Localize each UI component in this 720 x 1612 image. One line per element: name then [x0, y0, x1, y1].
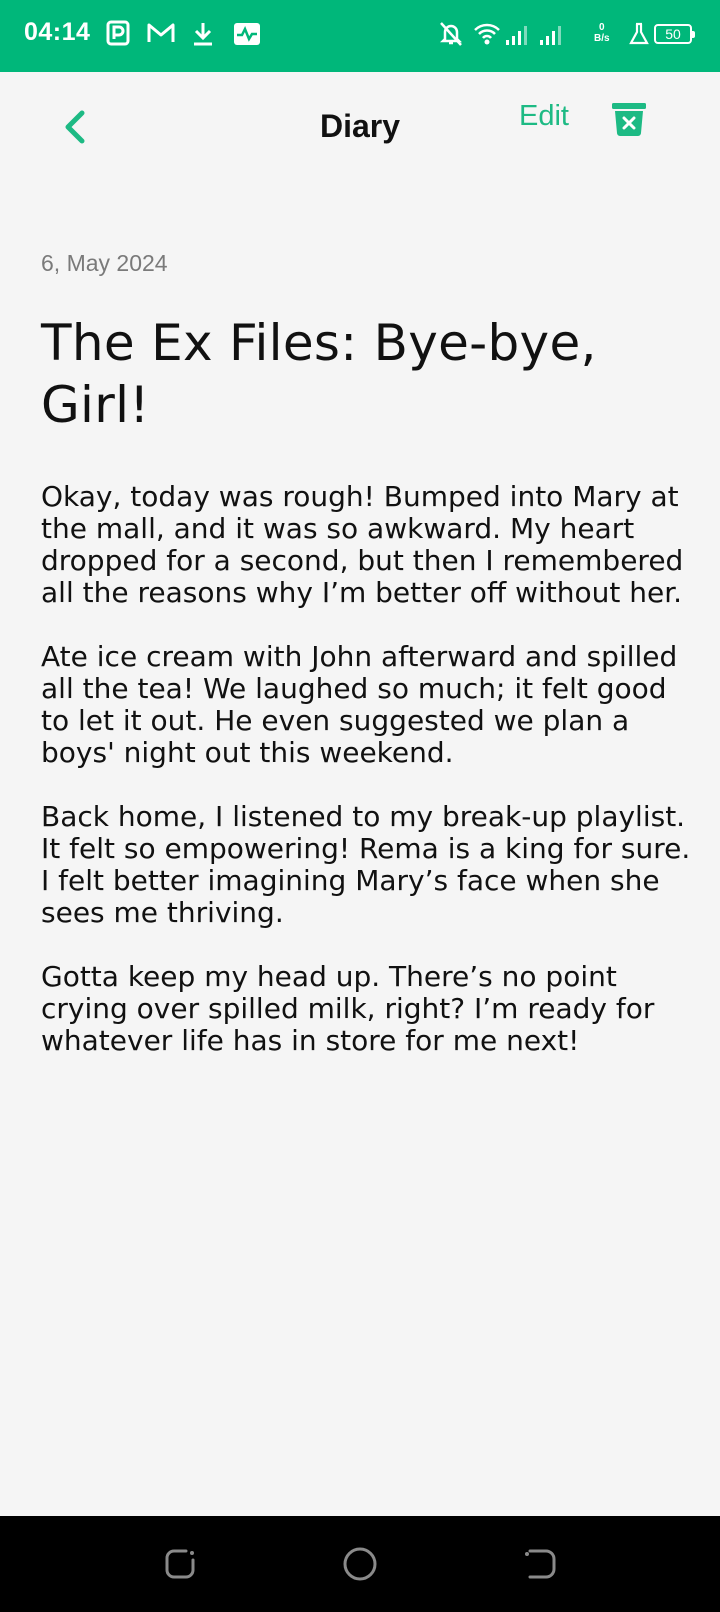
signal-sim1-icon [504, 20, 532, 52]
lab-flask-icon [628, 20, 650, 52]
status-bar: 04:14 0 B/s 50 [0, 0, 720, 72]
delete-button[interactable] [610, 100, 648, 140]
nav-back-button[interactable] [522, 1546, 558, 1582]
recents-icon [165, 1549, 195, 1579]
download-icon [190, 20, 216, 52]
entry-date: 6, May 2024 [41, 250, 168, 276]
system-nav-bar [0, 1516, 720, 1612]
battery-indicator: 50 [654, 24, 695, 44]
mute-notification-icon [438, 20, 464, 52]
entry-title: The Ex Files: Bye-bye, Girl! [41, 314, 597, 434]
entry-paragraph: Back home, I listened to my break-up pla… [41, 800, 691, 929]
wifi-icon [472, 20, 502, 52]
network-speed-value: 0 [599, 22, 605, 33]
status-time: 04:14 [24, 18, 91, 46]
entry-paragraph: Okay, today was rough! Bumped into Mary … [41, 480, 684, 609]
parking-app-icon [106, 20, 132, 52]
entry-paragraph: Ate ice cream with John afterward and sp… [41, 640, 678, 769]
nav-recents-button[interactable] [162, 1546, 198, 1582]
edit-button[interactable]: Edit [519, 100, 569, 133]
network-speed: 0 B/s [594, 22, 610, 44]
app-header: Diary Edit [0, 72, 720, 182]
gmail-icon [146, 20, 176, 50]
home-circle-icon [343, 1547, 377, 1581]
signal-sim2-icon [538, 20, 566, 52]
network-speed-unit: B/s [594, 33, 610, 44]
entry-paragraph: Gotta keep my head up. There’s no point … [41, 960, 655, 1057]
activity-icon [232, 20, 262, 52]
trash-icon [612, 103, 646, 136]
entry-body: Okay, today was rough! Bumped into Mary … [41, 481, 691, 1089]
nav-home-button[interactable] [342, 1546, 378, 1582]
back-icon [525, 1549, 556, 1579]
